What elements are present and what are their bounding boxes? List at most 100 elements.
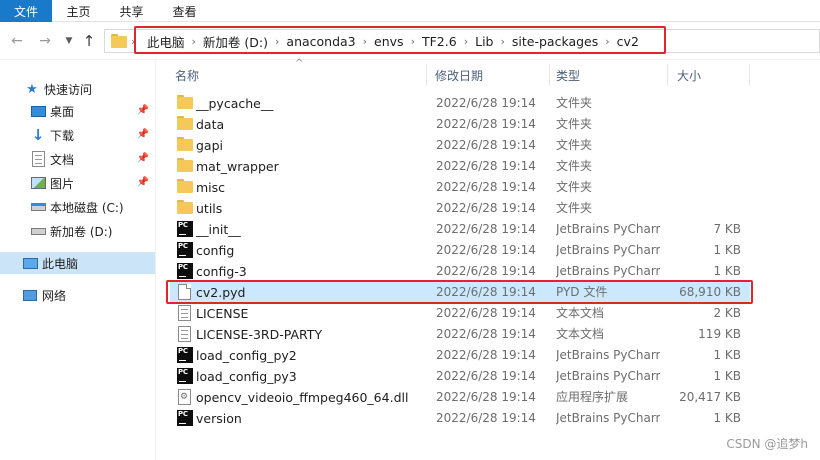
sidebar-item-this-pc[interactable]: 此电脑: [0, 252, 155, 274]
file-size: 119 KB: [698, 327, 741, 341]
pin-icon[interactable]: 📌: [137, 153, 149, 164]
file-name: utils: [196, 201, 223, 216]
file-type: 文件夹: [556, 180, 593, 194]
column-header-name[interactable]: 名称: [175, 60, 199, 90]
folder-icon: [177, 137, 193, 153]
file-date: 2022/6/28 19:14: [436, 180, 536, 194]
column-header-size[interactable]: 大小: [677, 60, 701, 90]
pycharm-file-icon: [177, 221, 193, 237]
navigation-pane: ★ 快速访问 桌面 📌 ↓ 下载 📌 文档 📌 图片 📌 本地磁盘 (C:) 新…: [0, 60, 156, 460]
file-size: 7 KB: [713, 222, 741, 236]
folder-icon: [111, 34, 127, 48]
file-type: JetBrains PyCharm: [556, 411, 660, 425]
desktop-icon: [30, 103, 46, 119]
file-type: JetBrains PyCharm: [556, 243, 660, 257]
tab-file[interactable]: 文件: [0, 0, 52, 22]
file-size: 68,910 KB: [679, 285, 741, 299]
back-arrow-icon[interactable]: ←: [8, 31, 26, 51]
file-row[interactable]: LICENSE-3RD-PARTY 2022/6/28 19:14 文本文档 119 …: [170, 324, 750, 345]
file-type: 文本文档: [556, 327, 605, 341]
sidebar-item-network[interactable]: 网络: [0, 284, 155, 306]
folder-icon: [177, 179, 193, 195]
file-row[interactable]: cv2.pyd 2022/6/28 19:14 PYD 文件 68,910 KB: [170, 282, 750, 303]
file-row[interactable]: mat_wrapper 2022/6/28 19:14 文件夹: [170, 156, 750, 177]
file-type: 文本文档: [556, 306, 605, 320]
column-divider[interactable]: [549, 64, 550, 86]
column-divider[interactable]: [426, 64, 427, 86]
file-row[interactable]: load_config_py3 2022/6/28 19:14 JetBrains …: [170, 366, 750, 387]
sidebar-item-documents[interactable]: 文档 📌: [0, 148, 155, 170]
file-name: data: [196, 117, 225, 132]
file-size: 1 KB: [713, 411, 741, 425]
pycharm-file-icon: [177, 263, 193, 279]
tab-home[interactable]: 主页: [52, 0, 105, 22]
file-name: LICENSE-3RD-PARTY: [196, 327, 323, 342]
folder-icon: [177, 95, 193, 111]
file-row[interactable]: config-3 2022/6/28 19:14 JetBrains PyCharm…: [170, 261, 750, 282]
file-size: 1 KB: [713, 369, 741, 383]
file-size: 20,417 KB: [679, 390, 741, 404]
file-row[interactable]: utils 2022/6/28 19:14 文件夹: [170, 198, 750, 219]
file-row[interactable]: misc 2022/6/28 19:14 文件夹: [170, 177, 750, 198]
pycharm-file-icon: [177, 368, 193, 384]
column-header-date[interactable]: 修改日期: [435, 60, 483, 90]
file-date: 2022/6/28 19:14: [436, 159, 536, 173]
file-name: mat_wrapper: [196, 159, 279, 174]
sidebar-item-label: 本地磁盘 (C:): [50, 200, 124, 215]
sidebar-item-quick-access[interactable]: ★ 快速访问: [0, 78, 155, 100]
file-date: 2022/6/28 19:14: [436, 138, 536, 152]
file-row[interactable]: data 2022/6/28 19:14 文件夹: [170, 114, 750, 135]
column-divider[interactable]: [667, 64, 668, 86]
tab-share[interactable]: 共享: [105, 0, 158, 22]
file-date: 2022/6/28 19:14: [436, 201, 536, 215]
file-date: 2022/6/28 19:14: [436, 243, 536, 257]
recent-locations-chevron-icon[interactable]: ▼: [60, 31, 78, 51]
file-type: 文件夹: [556, 201, 593, 215]
column-headers: ^ 名称 修改日期 类型 大小: [157, 58, 820, 90]
file-row[interactable]: __pycache__ 2022/6/28 19:14 文件夹: [170, 93, 750, 114]
file-type: JetBrains PyCharm: [556, 369, 660, 383]
file-row[interactable]: opencv_videoio_ffmpeg460_64.dll 2022/6/28…: [170, 387, 750, 408]
file-type: JetBrains PyCharm: [556, 222, 660, 236]
file-type: 文件夹: [556, 159, 593, 173]
download-icon: ↓: [31, 126, 45, 144]
drive-icon: [30, 223, 46, 239]
pycharm-file-icon: [177, 347, 193, 363]
navigation-bar: ← → ▼ ↑ › 此电脑 › 新加卷 (D:) › anaconda3 › envs…: [0, 22, 820, 60]
tab-view[interactable]: 查看: [158, 0, 211, 22]
sidebar-item-label: 此电脑: [42, 256, 79, 271]
sidebar-item-downloads[interactable]: ↓ 下载 📌: [0, 124, 155, 146]
file-row[interactable]: version 2022/6/28 19:14 JetBrains PyCharm 1…: [170, 408, 750, 429]
network-icon: [22, 287, 38, 303]
file-date: 2022/6/28 19:14: [436, 411, 536, 425]
file-row[interactable]: gapi 2022/6/28 19:14 文件夹: [170, 135, 750, 156]
sidebar-item-pictures[interactable]: 图片 📌: [0, 172, 155, 194]
sidebar-item-desktop[interactable]: 桌面 📌: [0, 100, 155, 122]
file-type: 文件夹: [556, 117, 593, 131]
file-date: 2022/6/28 19:14: [436, 348, 536, 362]
sort-ascending-icon: ^: [295, 58, 304, 69]
sidebar-item-label: 图片: [50, 176, 75, 191]
forward-arrow-icon[interactable]: →: [36, 31, 54, 51]
pin-icon[interactable]: 📌: [137, 177, 149, 188]
up-arrow-icon[interactable]: ↑: [80, 31, 98, 51]
file-row[interactable]: __init__ 2022/6/28 19:14 JetBrains PyCharm…: [170, 219, 750, 240]
file-size: 1 KB: [713, 264, 741, 278]
pin-icon[interactable]: 📌: [137, 129, 149, 140]
column-divider[interactable]: [749, 64, 750, 86]
file-date: 2022/6/28 19:14: [436, 117, 536, 131]
blank-file-icon: [177, 284, 193, 300]
drive-icon: [30, 199, 46, 215]
file-size: 1 KB: [713, 348, 741, 362]
file-row[interactable]: LICENSE 2022/6/28 19:14 文本文档 2 KB: [170, 303, 750, 324]
file-row[interactable]: config 2022/6/28 19:14 JetBrains PyCharm 1 …: [170, 240, 750, 261]
breadcrumb-highlight-box: [134, 26, 666, 54]
column-header-type[interactable]: 类型: [556, 60, 580, 90]
pycharm-file-icon: [177, 242, 193, 258]
file-type: 应用程序扩展: [556, 390, 629, 404]
sidebar-item-drive-d[interactable]: 新加卷 (D:): [0, 220, 155, 242]
pin-icon[interactable]: 📌: [137, 105, 149, 116]
file-row[interactable]: load_config_py2 2022/6/28 19:14 JetBrains …: [170, 345, 750, 366]
sidebar-item-label: 快速访问: [44, 82, 93, 97]
sidebar-item-drive-c[interactable]: 本地磁盘 (C:): [0, 196, 155, 218]
